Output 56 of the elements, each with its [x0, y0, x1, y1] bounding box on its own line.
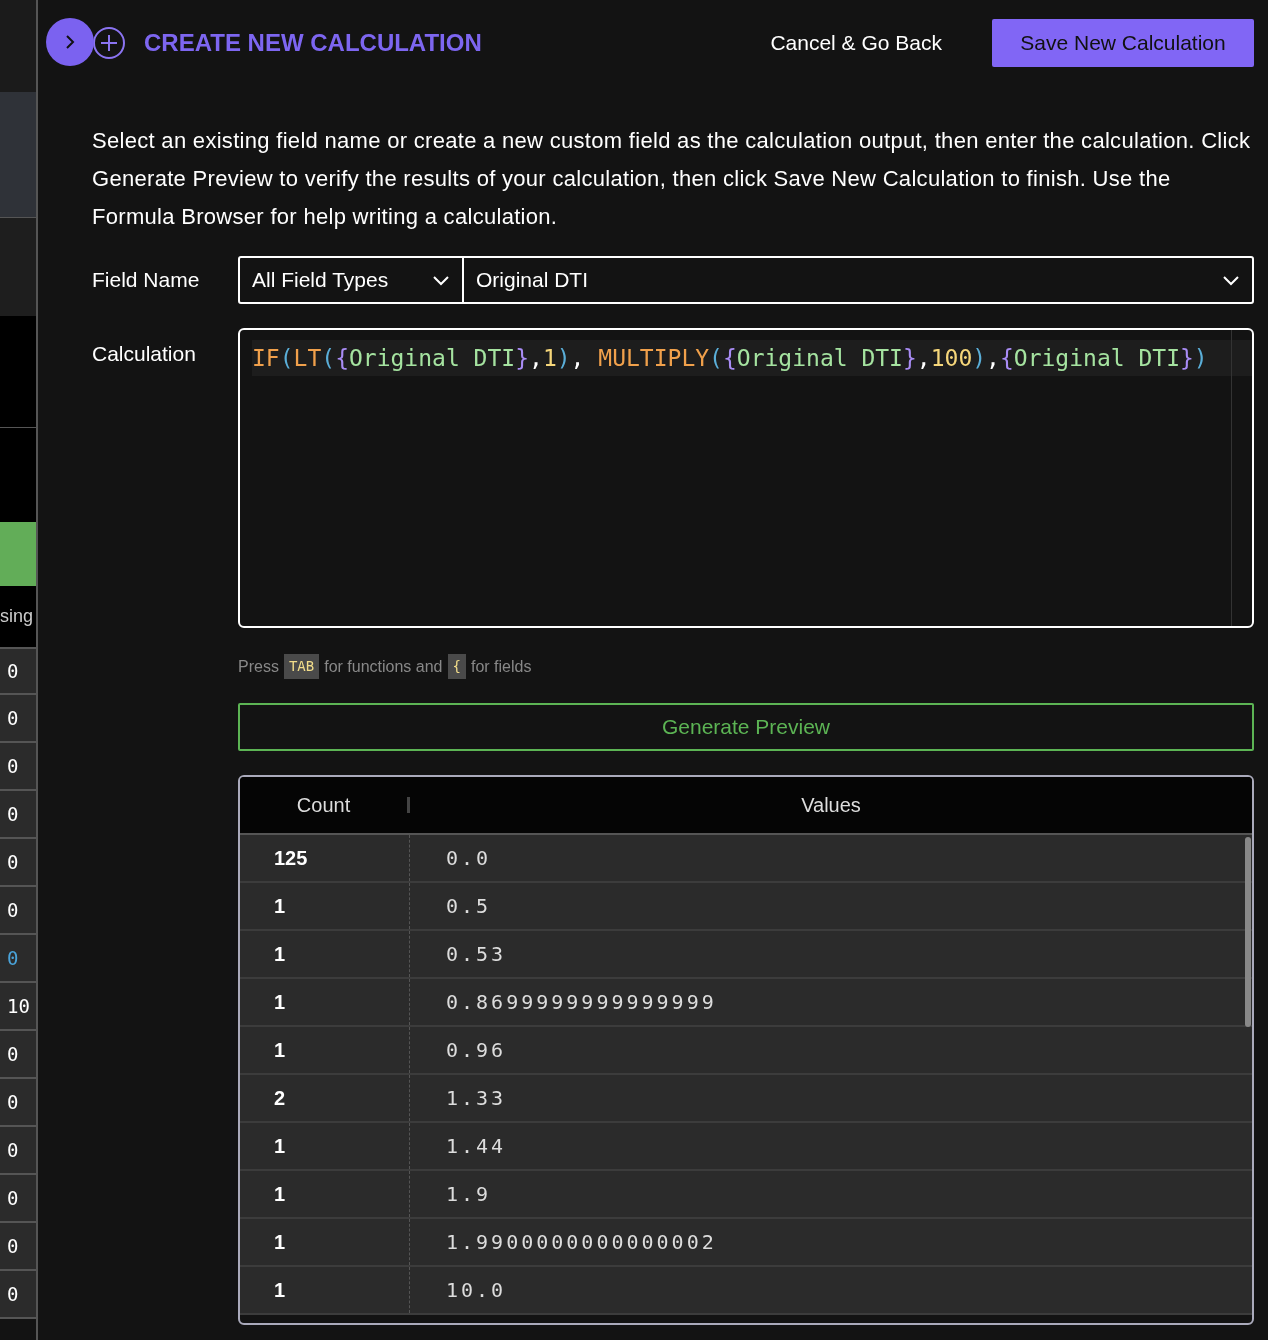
table-cell: 1	[240, 931, 410, 977]
column-header: sing	[0, 605, 34, 628]
table-cell-text: 0.5	[445, 893, 493, 920]
table-cell: 0	[0, 1079, 36, 1127]
table-cell: 1	[240, 979, 410, 1025]
table-cell: 2	[240, 1075, 410, 1121]
table-cell: 0	[0, 743, 36, 791]
save-button[interactable]: Save New Calculation	[992, 19, 1254, 67]
table-cell: 1	[240, 1267, 410, 1313]
table-cell: 1	[240, 883, 410, 929]
table-cell: 0	[0, 1271, 36, 1319]
hint-text: for fields	[470, 656, 532, 677]
column-header: Count	[240, 797, 410, 813]
hint-text: for functions and	[324, 656, 443, 677]
table-cell: 1	[240, 1171, 410, 1217]
column-header: Values	[800, 793, 862, 818]
key-hint: TAB	[283, 654, 320, 679]
table-cell: 0	[0, 1031, 36, 1079]
table-cell-text: 0.0	[445, 845, 493, 872]
highlight-band	[0, 522, 36, 586]
table-cell: 10	[0, 983, 36, 1031]
table-cell: 125	[240, 835, 410, 881]
page-title: CREATE NEW CALCULATION	[144, 28, 482, 58]
table-cell: 1	[240, 1123, 410, 1169]
table-cell-text: 0.8699999999999999	[445, 989, 718, 1016]
table-cell: 0	[0, 887, 36, 935]
plus-circle-icon	[92, 26, 126, 60]
table-cell: 0	[0, 1127, 36, 1175]
table-cell: 0	[0, 695, 36, 743]
key-hint: {	[447, 654, 466, 679]
chevron-right-icon	[63, 33, 77, 51]
table-cell: 1	[240, 1219, 410, 1265]
table-cell: 0	[0, 1175, 36, 1223]
field-label: Field Name	[92, 267, 201, 294]
generate-preview-button[interactable]: Generate Preview	[238, 703, 1254, 751]
table-cell: 0	[0, 1223, 36, 1271]
expand-button[interactable]	[46, 18, 94, 66]
cancel-link[interactable]: Cancel & Go Back	[770, 27, 942, 59]
table-cell-text: 1.9	[445, 1181, 493, 1208]
hint-text: Press	[238, 656, 279, 677]
code-editor[interactable]: IF(LT({Original DTI},1), MULTIPLY({Original DTI},100),{Original DTI})	[238, 328, 1254, 628]
table-cell: 0	[0, 647, 36, 695]
instructions: Select an existing field name or create a new custom field as the calculation output, then enter the calculation. Click Generate Preview to verify the results of your calculation, then click Save New Calculation to finish. Use the Formula Browser for help writing a calculation.	[92, 127, 1252, 231]
table-cell: 0	[0, 791, 36, 839]
table-cell-text: 1.33	[445, 1085, 508, 1112]
table-cell: 1	[240, 1027, 410, 1073]
table-cell-text: 0.53	[445, 941, 508, 968]
field-label: Calculation	[92, 341, 197, 367]
table-cell-text: 1.44	[445, 1133, 508, 1160]
table-cell: 0	[0, 935, 36, 983]
scrollbar[interactable]	[1245, 837, 1251, 1027]
table-cell: 0	[0, 839, 36, 887]
table-cell-text: 10.0	[445, 1277, 508, 1304]
table-cell-text: 0.96	[445, 1037, 508, 1064]
formula: IF(LT({Original DTI},1), MULTIPLY({Original DTI},100),{Original DTI})	[252, 343, 1208, 373]
table-cell-text: 1.9900000000000002	[445, 1229, 718, 1256]
